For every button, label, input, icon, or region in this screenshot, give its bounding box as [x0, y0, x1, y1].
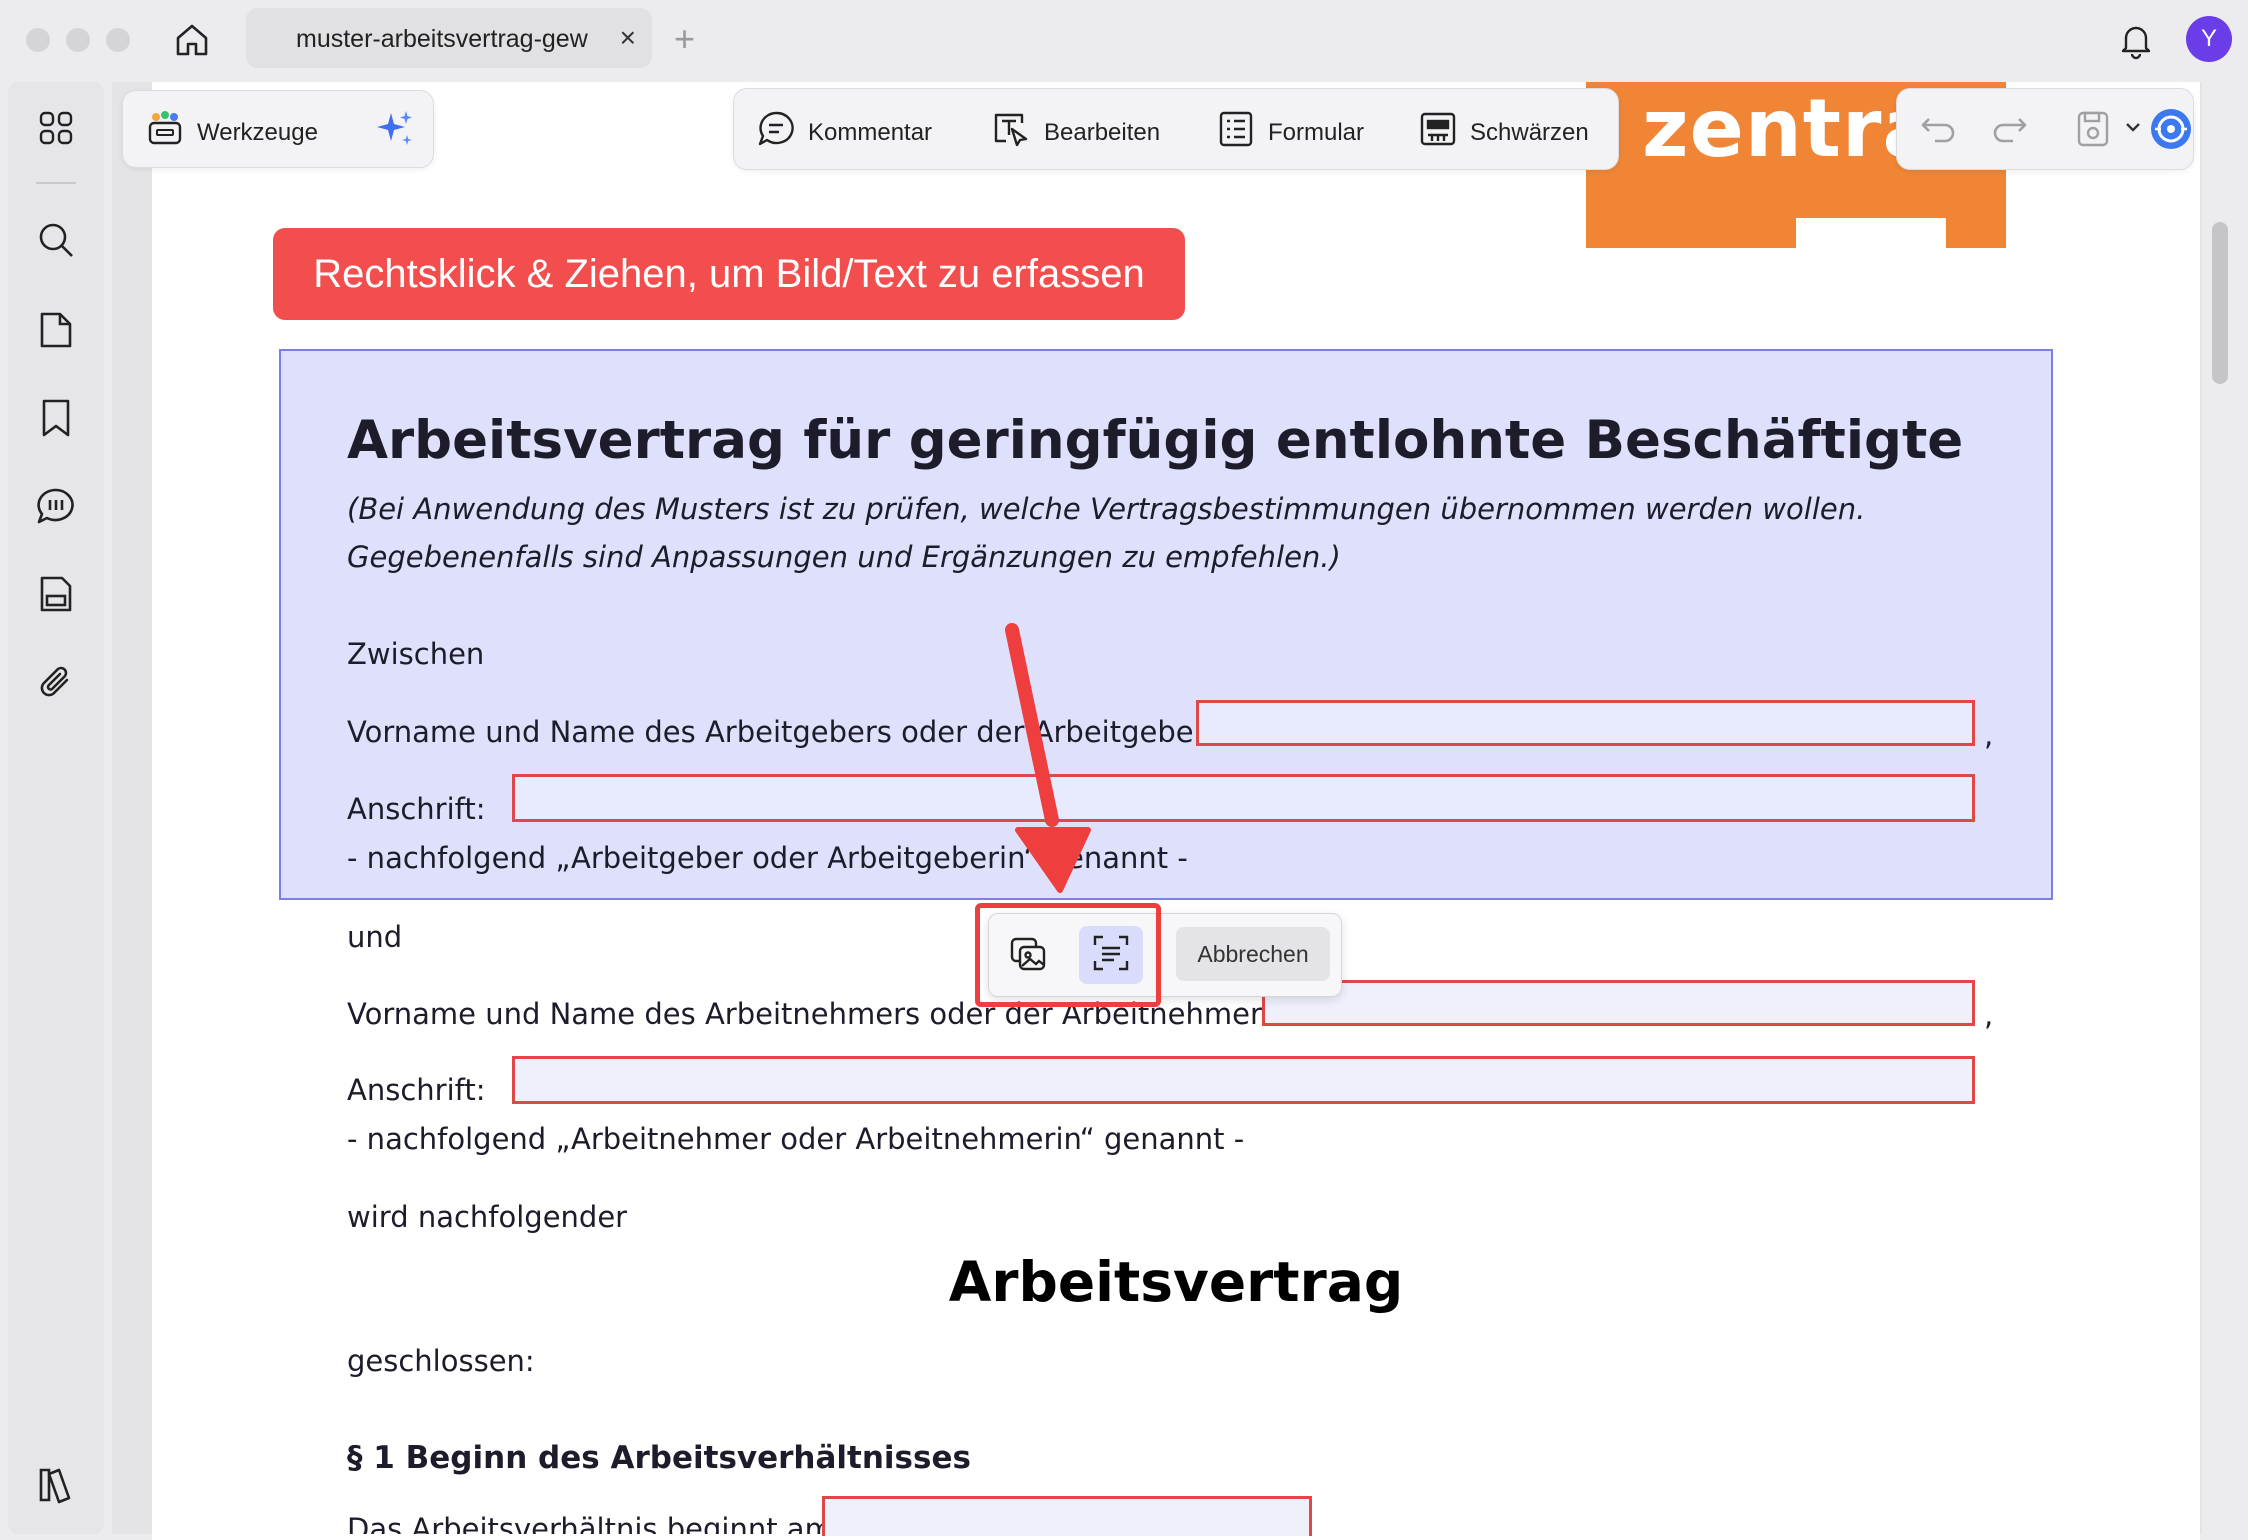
employee-name-field[interactable] [1262, 980, 1975, 1026]
title-bar: muster-arbeitsvertrag-gew × + Y [0, 0, 2248, 82]
cancel-button[interactable]: Abbrechen [1176, 927, 1330, 981]
comment-button[interactable]: Kommentar [756, 109, 932, 156]
tools-toolbar: Werkzeuge [122, 90, 434, 168]
section1-heading: § 1 Beginn des Arbeitsverhältnisses [347, 1440, 971, 1476]
close-window-button[interactable] [26, 28, 50, 52]
new-tab-button[interactable]: + [674, 18, 695, 60]
concluded-text: geschlossen: [347, 1344, 535, 1378]
following-text: wird nachfolgender [347, 1200, 628, 1234]
minimize-window-button[interactable] [66, 28, 90, 52]
comma-text: , [1984, 718, 1994, 752]
bell-icon[interactable] [2116, 20, 2156, 65]
arrow-annotation-icon [990, 620, 1100, 905]
attachment-icon[interactable] [30, 656, 82, 708]
tools-button[interactable]: Werkzeuge [145, 109, 318, 156]
form-icon [1216, 109, 1256, 156]
history-toolbar [1896, 88, 2194, 170]
pages-icon[interactable] [30, 304, 82, 356]
between-text: Zwischen [347, 637, 485, 671]
comma-text: , [1984, 998, 1994, 1032]
contract-heading: Arbeitsvertrag [948, 1250, 1404, 1314]
document-note-line2: Gegebenenfalls sind Anpassungen und Ergä… [347, 540, 1341, 574]
edit-label: Bearbeiten [1044, 118, 1161, 146]
employer-name-label: Vorname und Name des Arbeitgebers oder d… [347, 715, 1242, 749]
tools-label: Werkzeuge [197, 118, 318, 146]
main-toolbar: Kommentar Bearbeiten Formular Schwärzen [733, 88, 1619, 170]
tab-title: muster-arbeitsvertrag-gew [296, 25, 588, 53]
redo-icon[interactable] [1989, 109, 2029, 154]
document-note-line1: (Bei Anwendung des Musters ist zu prüfen… [347, 492, 1866, 526]
left-sidebar [8, 82, 104, 1534]
redact-label: Schwärzen [1470, 118, 1589, 146]
apps-icon[interactable] [30, 102, 82, 154]
sidebar-divider [36, 182, 76, 184]
start-date-field[interactable] [822, 1496, 1312, 1536]
form-button[interactable]: Formular [1216, 109, 1364, 156]
logo-notch [1796, 218, 1946, 248]
section1-text: Das Arbeitsverhältnis beginnt am [347, 1512, 833, 1534]
tab-close-icon[interactable]: × [620, 22, 636, 54]
scrollbar[interactable] [2212, 222, 2228, 384]
zoom-window-button[interactable] [106, 28, 130, 52]
home-icon[interactable] [172, 20, 212, 65]
toolbox-icon [145, 109, 185, 156]
employer-address-label: Anschrift: [347, 792, 486, 826]
save-icon[interactable] [2073, 109, 2113, 154]
ai-assistant-icon[interactable] [2147, 105, 2195, 158]
employer-name-field[interactable] [1196, 700, 1975, 746]
and-text: und [347, 920, 403, 954]
edit-text-icon [992, 109, 1032, 156]
document-icon[interactable] [30, 568, 82, 620]
employee-suffix-text: - nachfolgend „Arbeitnehmer oder Arbeitn… [347, 1122, 1245, 1156]
edit-button[interactable]: Bearbeiten [992, 109, 1160, 156]
avatar[interactable]: Y [2186, 16, 2232, 62]
popup-highlight-annotation [975, 903, 1161, 1007]
library-icon[interactable] [30, 1458, 82, 1510]
search-icon[interactable] [30, 214, 82, 266]
form-label: Formular [1268, 118, 1365, 146]
employer-address-field[interactable] [512, 774, 1975, 822]
comment-icon [756, 109, 796, 156]
comment-label: Kommentar [808, 118, 933, 146]
redact-icon [1418, 109, 1458, 156]
employee-address-label: Anschrift: [347, 1073, 486, 1107]
chevron-down-icon[interactable] [2123, 117, 2143, 142]
capture-hint-banner: Rechtsklick & Ziehen, um Bild/Text zu er… [273, 228, 1185, 320]
employee-address-field[interactable] [512, 1056, 1975, 1104]
document-title: Arbeitsvertrag für geringfügig entlohnte… [347, 410, 1964, 471]
redact-button[interactable]: Schwärzen [1418, 109, 1589, 156]
document-tab[interactable]: muster-arbeitsvertrag-gew × [246, 8, 652, 68]
ai-sparkle-icon[interactable] [373, 107, 417, 156]
bookmark-icon[interactable] [30, 392, 82, 444]
comments-icon[interactable] [30, 480, 82, 532]
undo-icon[interactable] [1919, 109, 1959, 154]
